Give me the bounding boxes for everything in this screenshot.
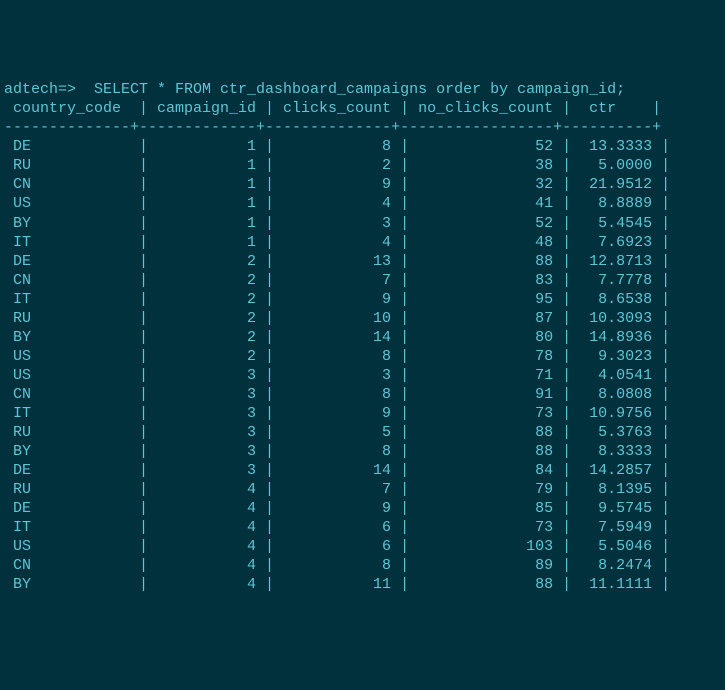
table-row: BY | 1 | 3 | 52 | 5.4545 | (4, 214, 725, 233)
table-row: US | 4 | 6 | 103 | 5.5046 | (4, 537, 725, 556)
table-row: BY | 4 | 11 | 88 | 11.1111 | (4, 575, 725, 594)
table-row: US | 3 | 3 | 71 | 4.0541 | (4, 366, 725, 385)
table-row: RU | 2 | 10 | 87 | 10.3093 | (4, 309, 725, 328)
table-row: IT | 3 | 9 | 73 | 10.9756 | (4, 404, 725, 423)
table-row: DE | 4 | 9 | 85 | 9.5745 | (4, 499, 725, 518)
table-row: RU | 4 | 7 | 79 | 8.1395 | (4, 480, 725, 499)
table-separator: --------------+-------------+-----------… (4, 118, 725, 137)
table-row: CN | 2 | 7 | 83 | 7.7778 | (4, 271, 725, 290)
table-row: BY | 2 | 14 | 80 | 14.8936 | (4, 328, 725, 347)
terminal-output: adtech=> SELECT * FROM ctr_dashboard_cam… (4, 80, 725, 594)
table-row: DE | 2 | 13 | 88 | 12.8713 | (4, 252, 725, 271)
table-row: CN | 4 | 8 | 89 | 8.2474 | (4, 556, 725, 575)
table-row: US | 2 | 8 | 78 | 9.3023 | (4, 347, 725, 366)
table-row: US | 1 | 4 | 41 | 8.8889 | (4, 194, 725, 213)
table-row: DE | 3 | 14 | 84 | 14.2857 | (4, 461, 725, 480)
table-header: country_code | campaign_id | clicks_coun… (4, 99, 725, 118)
table-row: IT | 4 | 6 | 73 | 7.5949 | (4, 518, 725, 537)
table-row: DE | 1 | 8 | 52 | 13.3333 | (4, 137, 725, 156)
table-row: CN | 1 | 9 | 32 | 21.9512 | (4, 175, 725, 194)
table-row: RU | 1 | 2 | 38 | 5.0000 | (4, 156, 725, 175)
table-row: CN | 3 | 8 | 91 | 8.0808 | (4, 385, 725, 404)
table-row: RU | 3 | 5 | 88 | 5.3763 | (4, 423, 725, 442)
table-row: IT | 2 | 9 | 95 | 8.6538 | (4, 290, 725, 309)
sql-query-line: adtech=> SELECT * FROM ctr_dashboard_cam… (4, 80, 725, 99)
table-row: IT | 1 | 4 | 48 | 7.6923 | (4, 233, 725, 252)
table-row: BY | 3 | 8 | 88 | 8.3333 | (4, 442, 725, 461)
